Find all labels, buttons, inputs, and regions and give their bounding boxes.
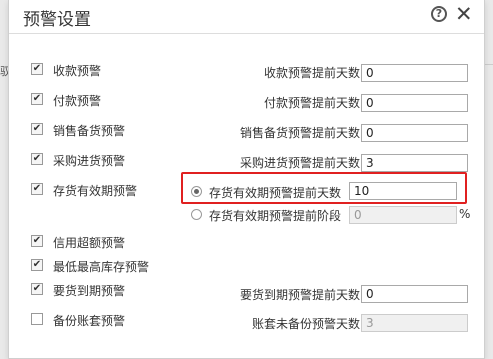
checkbox-sales-prep-warning[interactable]: ✔ [31,123,43,135]
checkbox-label: 信用超额预警 [53,236,126,250]
radio-expiry-stage[interactable] [191,209,202,220]
inventory-expiry-days-label: 存货有效期预警提前天数 [209,186,342,200]
inventory-expiry-stage-label: 存货有效期预警提前阶段 [209,209,342,223]
checkbox-label: 销售备货预警 [53,124,126,138]
warning-settings-dialog: 预警设置 ? ✕ ✔ 收款预警 ✔ 付款预警 ✔ 销售备货预警 ✔ 采购进货预警… [8,0,485,359]
title-divider [9,33,484,34]
checkbox-demand-due-warning[interactable]: ✔ [31,283,43,295]
checkbox-payment-warning[interactable]: ✔ [31,93,43,105]
checkbox-label: 备份账套预警 [53,314,126,328]
checkbox-receipt-warning[interactable]: ✔ [31,63,43,75]
checkbox-label: 付款预警 [53,94,102,108]
payment-days-input[interactable] [361,94,468,112]
receipt-days-label: 收款预警提前天数 [263,66,360,80]
purchase-days-input[interactable] [361,154,468,172]
checkbox-backup-warning[interactable] [31,313,43,325]
percent-unit: % [459,207,471,221]
checkbox-min-max-stock-warning[interactable]: ✔ [31,259,43,271]
dialog-title: 预警设置 [23,10,91,30]
purchase-days-label: 采购进货预警提前天数 [239,156,360,170]
checkbox-purchase-warning[interactable]: ✔ [31,153,43,165]
payment-days-label: 付款预警提前天数 [263,96,360,110]
backup-days-input[interactable] [361,314,468,332]
checkbox-credit-excess-warning[interactable]: ✔ [31,235,43,247]
demand-due-days-input[interactable] [361,285,468,303]
help-icon[interactable]: ? [431,6,447,22]
inventory-expiry-days-input[interactable] [349,182,457,200]
sales-prep-days-input[interactable] [361,124,468,142]
demand-due-days-label: 要货到期预警提前天数 [239,288,360,302]
sales-prep-days-label: 销售备货预警提前天数 [239,126,360,140]
checkbox-inventory-expiry-warning[interactable]: ✔ [31,183,43,195]
close-icon[interactable]: ✕ [455,2,473,26]
inventory-expiry-stage-input[interactable] [349,206,457,224]
radio-expiry-days[interactable] [191,186,202,197]
checkbox-label: 存货有效期预警 [53,184,138,198]
checkbox-label: 最低最高库存预警 [53,260,150,274]
checkbox-label: 收款预警 [53,64,102,78]
backup-days-label: 账套未备份预警天数 [251,317,360,331]
checkbox-label: 采购进货预警 [53,154,126,168]
checkbox-label: 要货到期预警 [53,284,126,298]
receipt-days-input[interactable] [361,64,468,82]
